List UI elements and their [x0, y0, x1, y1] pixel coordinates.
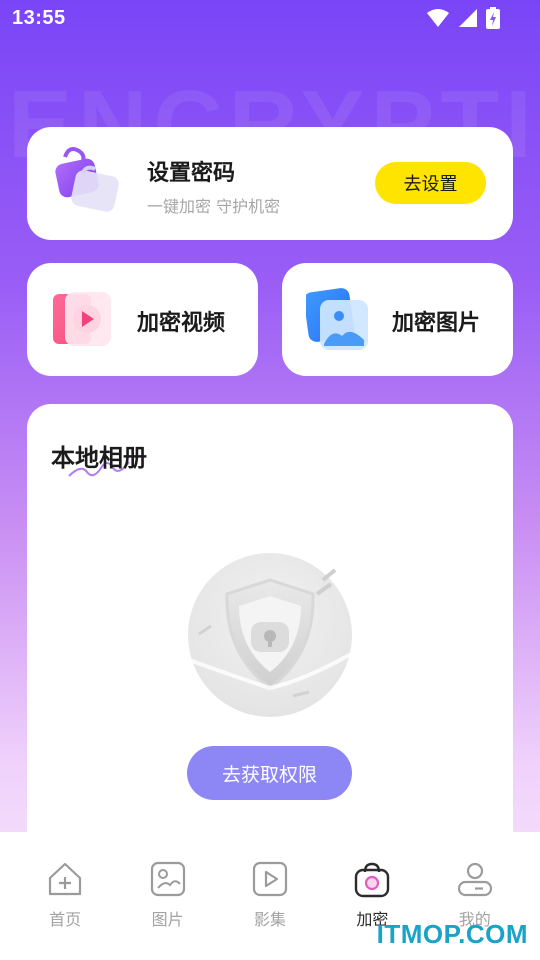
user-icon [457, 862, 492, 897]
video-play-icon [53, 292, 111, 346]
tab-pictures[interactable]: 图片 [124, 832, 212, 960]
lock-bag-icon [355, 862, 390, 898]
signal-icon [459, 9, 477, 27]
request-permission-button[interactable]: 去获取权限 [187, 746, 352, 800]
lock-bag-icon [55, 147, 119, 212]
battery-icon [486, 7, 500, 29]
local-album-card: 本地相册 去获取权限 [27, 404, 513, 874]
tab-pictures-label: 图片 [151, 910, 184, 929]
encrypt-video-label: 加密视频 [137, 311, 226, 336]
set-password-card[interactable]: 设置密码 一键加密 守护机密 去设置 [27, 127, 513, 240]
status-bar: 13:55 [0, 0, 540, 36]
encrypt-image-label: 加密图片 [392, 311, 481, 336]
encrypt-video-card[interactable]: 加密视频 [27, 263, 258, 376]
tab-albums[interactable]: 影集 [226, 832, 314, 960]
site-watermark: ITMOP.COM [376, 919, 528, 949]
play-icon [252, 861, 288, 897]
go-settings-button[interactable]: 去设置 [375, 162, 486, 204]
image-icon [306, 288, 368, 350]
wifi-icon [427, 9, 449, 27]
status-time: 13:55 [12, 6, 66, 29]
home-icon [49, 862, 82, 896]
shield-lock-icon [188, 553, 352, 717]
tab-home-label: 首页 [49, 910, 82, 929]
set-password-title: 设置密码 [147, 161, 236, 186]
tab-albums-label: 影集 [253, 910, 286, 929]
picture-icon [150, 861, 185, 897]
status-icons [426, 7, 500, 29]
tab-home[interactable]: 首页 [21, 832, 109, 960]
encrypt-image-card[interactable]: 加密图片 [282, 263, 513, 376]
set-password-subtitle: 一键加密 守护机密 [147, 197, 281, 216]
local-album-title: 本地相册 [51, 444, 147, 472]
